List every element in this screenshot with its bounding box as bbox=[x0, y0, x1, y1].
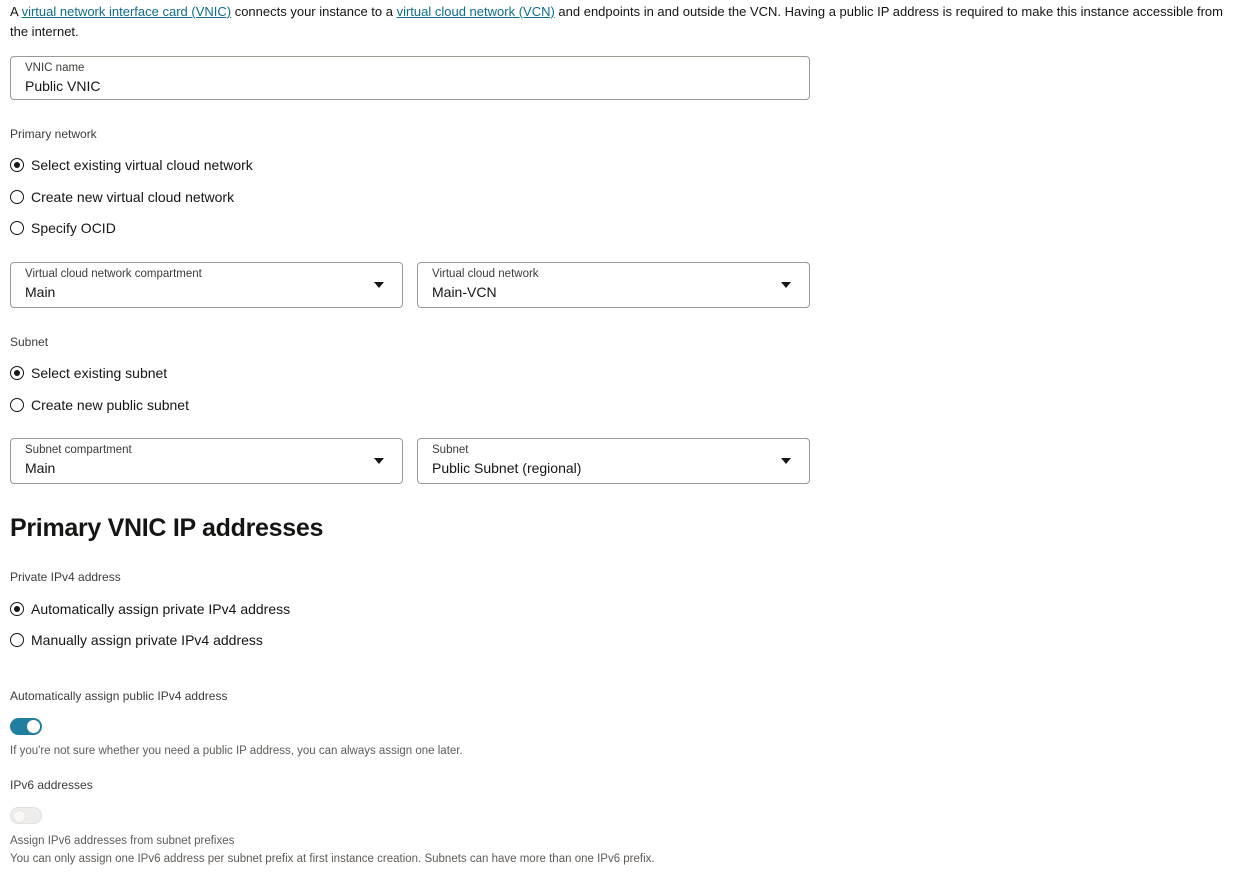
vcn-label: Virtual cloud network bbox=[432, 268, 539, 280]
ipv6-toggle[interactable] bbox=[10, 807, 42, 824]
vcn-doc-link[interactable]: virtual cloud network (VCN) bbox=[397, 4, 555, 19]
intro-prefix: A bbox=[10, 4, 22, 19]
ipv6-help-1: Assign IPv6 addresses from subnet prefix… bbox=[10, 835, 235, 847]
vcn-select[interactable]: Virtual cloud network Main-VCN bbox=[417, 262, 810, 308]
radio-checked-icon[interactable] bbox=[10, 602, 24, 616]
radio-select-existing-vcn[interactable]: Select existing virtual cloud network bbox=[10, 157, 253, 173]
radio-select-existing-subnet[interactable]: Select existing subnet bbox=[10, 365, 167, 381]
subnet-compartment-select[interactable]: Subnet compartment Main bbox=[10, 438, 403, 484]
vcn-compartment-label: Virtual cloud network compartment bbox=[25, 268, 202, 280]
radio-label: Automatically assign private IPv4 addres… bbox=[31, 601, 291, 617]
radio-create-new-vcn[interactable]: Create new virtual cloud network bbox=[10, 189, 234, 205]
radio-checked-icon[interactable] bbox=[10, 158, 24, 172]
ipv6-help-2: You can only assign one IPv6 address per… bbox=[10, 853, 655, 865]
caret-down-icon[interactable] bbox=[781, 282, 791, 288]
toggle-knob bbox=[13, 810, 26, 823]
toggle-knob bbox=[27, 720, 40, 733]
private-ipv4-label: Private IPv4 address bbox=[10, 570, 121, 584]
radio-manual-private-ipv4[interactable]: Manually assign private IPv4 address bbox=[10, 632, 263, 648]
radio-auto-private-ipv4[interactable]: Automatically assign private IPv4 addres… bbox=[10, 601, 290, 617]
vcn-compartment-select[interactable]: Virtual cloud network compartment Main bbox=[10, 262, 403, 308]
subnet-compartment-value: Main bbox=[25, 460, 56, 476]
radio-label: Specify OCID bbox=[31, 220, 116, 236]
radio-checked-icon[interactable] bbox=[10, 366, 24, 380]
subnet-compartment-label: Subnet compartment bbox=[25, 444, 132, 456]
intro-text: A virtual network interface card (VNIC) … bbox=[10, 2, 1225, 42]
vcn-value: Main-VCN bbox=[432, 284, 497, 300]
radio-unchecked-icon[interactable] bbox=[10, 190, 24, 204]
radio-unchecked-icon[interactable] bbox=[10, 633, 24, 647]
radio-label: Create new public subnet bbox=[31, 397, 189, 413]
ip-section-heading: Primary VNIC IP addresses bbox=[10, 514, 324, 542]
public-ipv4-toggle[interactable] bbox=[10, 718, 42, 735]
radio-unchecked-icon[interactable] bbox=[10, 398, 24, 412]
subnet-select-label: Subnet bbox=[432, 444, 469, 456]
subnet-label: Subnet bbox=[10, 335, 49, 349]
radio-label: Manually assign private IPv4 address bbox=[31, 632, 263, 648]
primary-network-label: Primary network bbox=[10, 127, 97, 141]
vcn-compartment-value: Main bbox=[25, 284, 56, 300]
caret-down-icon[interactable] bbox=[374, 282, 384, 288]
radio-specify-ocid[interactable]: Specify OCID bbox=[10, 220, 116, 236]
vnic-doc-link[interactable]: virtual network interface card (VNIC) bbox=[22, 4, 232, 19]
vnic-name-field[interactable]: VNIC name Public VNIC bbox=[10, 56, 810, 100]
public-ipv4-label: Automatically assign public IPv4 address bbox=[10, 689, 228, 703]
radio-create-new-subnet[interactable]: Create new public subnet bbox=[10, 397, 189, 413]
vnic-name-label: VNIC name bbox=[25, 62, 85, 74]
subnet-select-value: Public Subnet (regional) bbox=[432, 460, 582, 476]
radio-label: Create new virtual cloud network bbox=[31, 189, 235, 205]
ipv6-label: IPv6 addresses bbox=[10, 778, 93, 792]
radio-label: Select existing virtual cloud network bbox=[31, 157, 253, 173]
public-ipv4-help: If you're not sure whether you need a pu… bbox=[10, 745, 463, 757]
caret-down-icon[interactable] bbox=[374, 458, 384, 464]
vnic-name-input[interactable]: Public VNIC bbox=[25, 77, 795, 95]
subnet-select[interactable]: Subnet Public Subnet (regional) bbox=[417, 438, 810, 484]
radio-label: Select existing subnet bbox=[31, 365, 168, 381]
caret-down-icon[interactable] bbox=[781, 458, 791, 464]
intro-middle: connects your instance to a bbox=[231, 4, 397, 19]
radio-unchecked-icon[interactable] bbox=[10, 221, 24, 235]
